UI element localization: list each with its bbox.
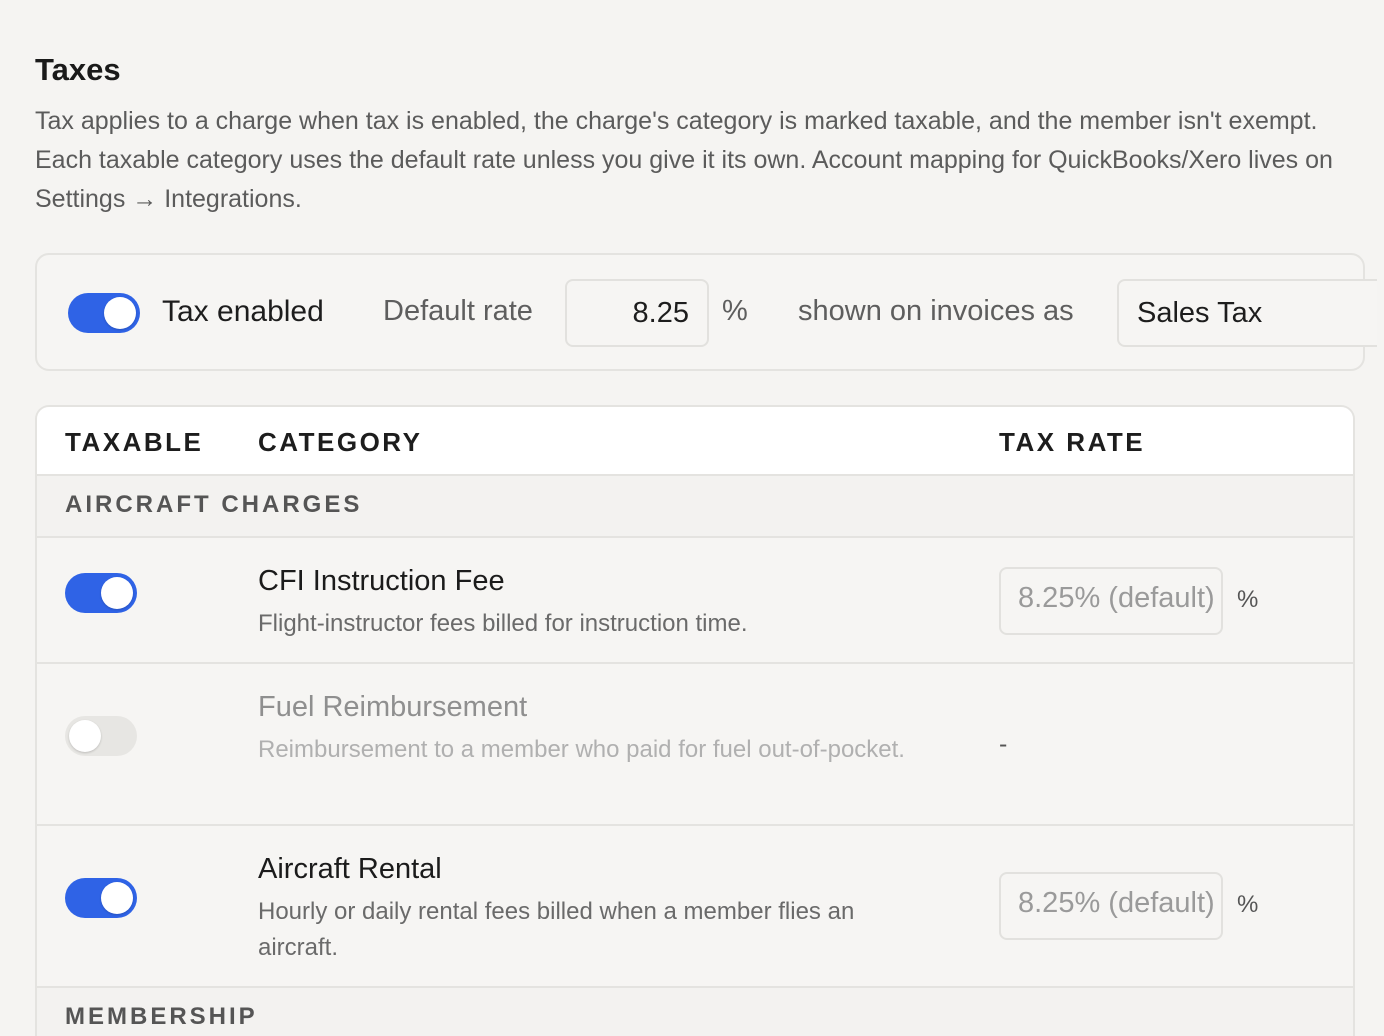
header-taxable: TAXABLE	[65, 427, 204, 457]
tax-enabled-label: Tax enabled	[162, 295, 324, 328]
default-rate-label: Default rate	[383, 295, 533, 327]
tax-settings-card: Tax enabled Default rate 8.25 % shown on…	[35, 253, 1377, 371]
tax-rate-placeholder: 8.25% (default)	[1018, 582, 1215, 614]
category-name: CFI Instruction Fee	[258, 565, 505, 597]
taxable-toggle[interactable]	[65, 716, 137, 756]
table-row: CFI Instruction Fee Flight-instructor fe…	[37, 538, 1353, 664]
tax-rate-input[interactable]: 8.25% (default)	[999, 567, 1223, 635]
group-row-aircraft-charges: AIRCRAFT CHARGES	[37, 476, 1353, 538]
tax-enabled-toggle[interactable]	[68, 293, 140, 333]
tax-rate-empty: -	[999, 730, 1008, 758]
percent-symbol: %	[722, 295, 748, 327]
category-description: Hourly or daily rental fees billed when …	[258, 898, 855, 961]
category-description: Flight-instructor fees billed for instru…	[258, 610, 748, 637]
tax-rate-placeholder: 8.25% (default)	[1018, 887, 1215, 919]
toggle-knob	[104, 297, 136, 329]
section-description: Tax applies to a charge when tax is enab…	[35, 107, 1333, 213]
category-name: Fuel Reimbursement	[258, 691, 528, 723]
toggle-knob	[69, 720, 101, 752]
default-rate-value: 8.25	[632, 297, 689, 329]
percent-symbol: %	[1237, 891, 1259, 918]
invoice-tax-label-value: Sales Tax	[1137, 297, 1263, 329]
group-label: AIRCRAFT CHARGES	[65, 491, 363, 518]
group-label: MEMBERSHIP	[65, 1003, 258, 1030]
section-title: Taxes	[35, 52, 121, 87]
taxable-toggle[interactable]	[65, 878, 137, 918]
header-category: CATEGORY	[258, 427, 423, 457]
taxable-toggle[interactable]	[65, 573, 137, 613]
table-header: TAXABLE CATEGORY TAX RATE	[37, 407, 1353, 476]
table-row: Fuel Reimbursement Reimbursement to a me…	[37, 664, 1353, 826]
tax-rate-input[interactable]: 8.25% (default)	[999, 872, 1223, 940]
group-row-membership: MEMBERSHIP	[37, 988, 1353, 1036]
toggle-knob	[101, 882, 133, 914]
toggle-knob	[101, 577, 133, 609]
default-rate-input[interactable]: 8.25	[565, 279, 709, 347]
header-tax-rate: TAX RATE	[999, 427, 1146, 457]
tax-categories-table: TAXABLE CATEGORY TAX RATE AIRCRAFT CHARG…	[35, 405, 1355, 1036]
invoice-tax-label-input[interactable]: Sales Tax	[1117, 279, 1377, 347]
shown-as-label: shown on invoices as	[798, 295, 1074, 327]
percent-symbol: %	[1237, 586, 1259, 613]
category-name: Aircraft Rental	[258, 853, 442, 885]
category-description: Reimbursement to a member who paid for f…	[258, 736, 905, 763]
table-row: Aircraft Rental Hourly or daily rental f…	[37, 826, 1353, 988]
